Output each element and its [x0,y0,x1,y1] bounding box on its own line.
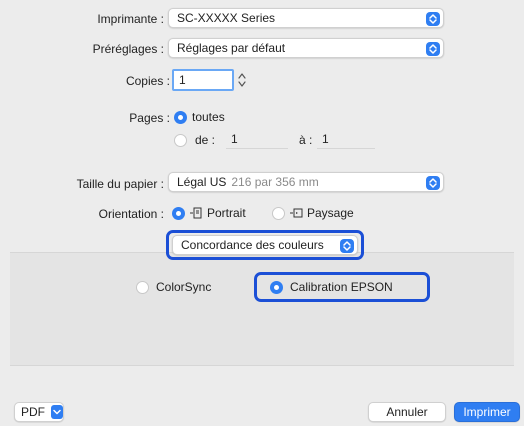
radio-unselected-icon[interactable] [136,280,149,294]
pages-to-field[interactable]: 1 [317,129,375,149]
copies-value: 1 [179,73,186,87]
paper-size-value: Légal US [177,175,227,189]
pages-from-label: de : [195,133,216,147]
popup-stepper-icon [340,239,354,253]
options-panel [10,252,514,366]
copies-label: Copies : [125,74,170,88]
pages-all-label: toutes [192,110,225,124]
pages-range-option[interactable]: de : [174,133,215,147]
pages-to-label: à : [299,133,313,147]
presets-label: Préréglages : [92,42,164,56]
print-button[interactable]: Imprimer [454,402,520,422]
paper-size-detail: 216 par 356 mm [231,175,319,189]
printer-value: SC-XXXXX Series [177,11,276,25]
pages-from-value: 1 [231,131,238,146]
popup-stepper-icon [426,42,440,56]
epson-calibration-label: Calibration EPSON [290,280,393,294]
orientation-portrait-option[interactable]: Portrait [172,206,246,220]
copies-field[interactable]: 1 [172,69,234,91]
printer-popup[interactable]: SC-XXXXX Series [168,8,444,28]
orientation-label: Orientation : [98,207,164,221]
presets-popup[interactable]: Réglages par défaut [168,38,444,58]
colorsync-option[interactable]: ColorSync [136,280,211,294]
popup-stepper-icon [426,176,440,190]
radio-unselected-icon[interactable] [174,133,187,147]
radio-selected-icon[interactable] [174,110,187,124]
printer-label: Imprimante : [97,12,164,26]
pdf-menu-button[interactable]: PDF [14,402,64,422]
chevron-down-icon [51,405,63,419]
radio-selected-icon[interactable] [172,206,185,220]
radio-selected-icon[interactable] [270,280,283,294]
orientation-landscape-option[interactable]: Paysage [272,206,354,220]
pages-from-field[interactable]: 1 [226,129,288,149]
section-popup-value: Concordance des couleurs [181,238,324,252]
orientation-portrait-label: Portrait [207,206,246,220]
pages-label: Pages : [129,111,170,125]
presets-value: Réglages par défaut [177,41,286,55]
cancel-button[interactable]: Annuler [368,402,446,422]
stepper-arrows-icon [238,73,246,87]
section-popup[interactable]: Concordance des couleurs [172,235,358,255]
pages-to-value: 1 [322,131,329,146]
orientation-landscape-label: Paysage [307,206,354,220]
landscape-icon [290,208,303,218]
paper-size-popup[interactable]: Légal US 216 par 356 mm [168,172,444,192]
portrait-icon [190,207,202,219]
paper-size-label: Taille du papier : [76,177,164,191]
epson-calibration-option[interactable]: Calibration EPSON [270,280,393,294]
radio-unselected-icon[interactable] [272,206,285,220]
colorsync-label: ColorSync [156,280,212,294]
copies-stepper[interactable] [236,70,248,90]
popup-stepper-icon [426,12,440,26]
pages-all-option[interactable]: toutes [174,110,225,124]
pdf-label: PDF [21,405,45,419]
